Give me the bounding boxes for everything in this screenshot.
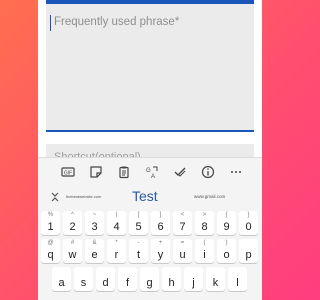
key-o[interactable]: ) o <box>217 239 236 263</box>
key-9[interactable]: {9 <box>217 211 236 235</box>
key-3[interactable]: ~3 <box>85 211 104 235</box>
more-icon[interactable] <box>226 162 246 182</box>
clipboard-icon[interactable] <box>114 162 134 182</box>
suggestion-center[interactable]: Test <box>132 188 158 204</box>
key-l[interactable]: l <box>228 267 247 291</box>
suggestion-bar: thebestwebsite.com Test www.gmail.com <box>38 186 262 208</box>
sticker-icon[interactable] <box>86 162 106 182</box>
keyboard: GIF GA thebestwebsite.com Test www.gmail… <box>38 157 262 300</box>
home-letter-row: a s d f g h j k l <box>38 267 262 291</box>
keyboard-toolbar: GIF GA <box>38 162 262 186</box>
info-icon[interactable] <box>198 162 218 182</box>
key-y[interactable]: + y <box>151 239 170 263</box>
key-e[interactable]: & e <box>85 239 104 263</box>
suggestion-left[interactable]: thebestwebsite.com <box>66 194 101 199</box>
key-2[interactable]: ^ 2 <box>63 211 82 235</box>
svg-text:A: A <box>151 174 155 179</box>
phone-screen: Frequently used phrase* Shortcut(optiona… <box>38 0 262 300</box>
svg-text:GIF: GIF <box>64 170 72 176</box>
chevron-collapse-icon[interactable] <box>48 190 62 204</box>
key-u[interactable]: = u <box>173 239 192 263</box>
key-q[interactable]: @ q <box>41 239 60 263</box>
key-i[interactable]: (i <box>195 239 214 263</box>
key-w[interactable]: # w <box>63 239 82 263</box>
key-k[interactable]: k <box>206 267 225 291</box>
phrase-input[interactable]: Frequently used phrase* <box>46 4 254 132</box>
key-8[interactable]: >8 <box>195 211 214 235</box>
key-f[interactable]: f <box>118 267 137 291</box>
key-7[interactable]: <7 <box>173 211 192 235</box>
key-r[interactable]: * r <box>107 239 126 263</box>
key-1[interactable]: % 1 <box>41 211 60 235</box>
key-p[interactable]: p <box>239 239 258 263</box>
checkmark-icon[interactable] <box>170 162 190 182</box>
key-4[interactable]: | 4 <box>107 211 126 235</box>
key-d[interactable]: d <box>96 267 115 291</box>
phrase-placeholder: Frequently used phrase* <box>54 16 180 28</box>
text-cursor <box>50 15 51 31</box>
number-row: % 1 ^ 2 ~3 | 4 [5 ] 6 <7 >8 {9 } 0 <box>38 211 262 235</box>
key-g[interactable]: g <box>140 267 159 291</box>
key-6[interactable]: ] 6 <box>151 211 170 235</box>
suggestion-right[interactable]: www.gmail.com <box>194 194 225 199</box>
key-h[interactable]: h <box>162 267 181 291</box>
gif-icon[interactable]: GIF <box>58 162 78 182</box>
key-0[interactable]: } 0 <box>239 211 258 235</box>
top-letter-row: @ q # w & e * r -t + y = u (i ) o p <box>38 239 262 263</box>
key-a[interactable]: a <box>52 267 71 291</box>
key-5[interactable]: [5 <box>129 211 148 235</box>
translate-icon[interactable]: GA <box>142 162 162 182</box>
key-s[interactable]: s <box>74 267 93 291</box>
key-t[interactable]: -t <box>129 239 148 263</box>
key-j[interactable]: j <box>184 267 203 291</box>
